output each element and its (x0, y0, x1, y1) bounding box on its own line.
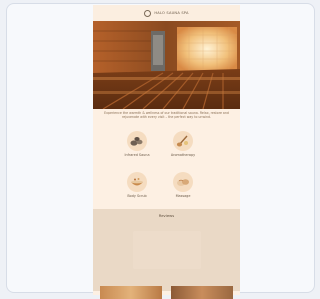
brand-name[interactable]: HALO SAUNA SPA (154, 11, 188, 15)
reviews-section: Reviews (93, 209, 240, 291)
towels-icon (173, 172, 193, 192)
stones-icon (127, 131, 147, 151)
gallery-thumbnail[interactable] (100, 286, 162, 299)
feature-body-scrub[interactable]: Body Scrub (117, 172, 157, 198)
feature-label: Massage (175, 194, 191, 198)
ladle-icon (173, 131, 193, 151)
bowl-icon (127, 172, 147, 192)
gallery-thumbnail[interactable] (171, 286, 233, 299)
reviews-title: Reviews (158, 213, 175, 218)
review-card (133, 231, 201, 269)
feature-label: Body Scrub (127, 194, 147, 198)
intro-text: Experience the warmth & wellness of our … (104, 111, 229, 120)
feature-aromatherapy[interactable]: Aromatherapy (163, 131, 203, 157)
website-preview: HALO SAUNA SPA Experience the warmth & w… (93, 5, 240, 295)
feature-infrared-sauna[interactable]: Infrared Sauna (117, 131, 157, 157)
site-header: HALO SAUNA SPA (93, 5, 240, 21)
feature-label: Aromatherapy (170, 153, 196, 157)
logo-icon (144, 9, 152, 17)
hero-image (93, 21, 240, 109)
feature-massage[interactable]: Massage (163, 172, 203, 198)
feature-label: Infrared Sauna (124, 153, 150, 157)
